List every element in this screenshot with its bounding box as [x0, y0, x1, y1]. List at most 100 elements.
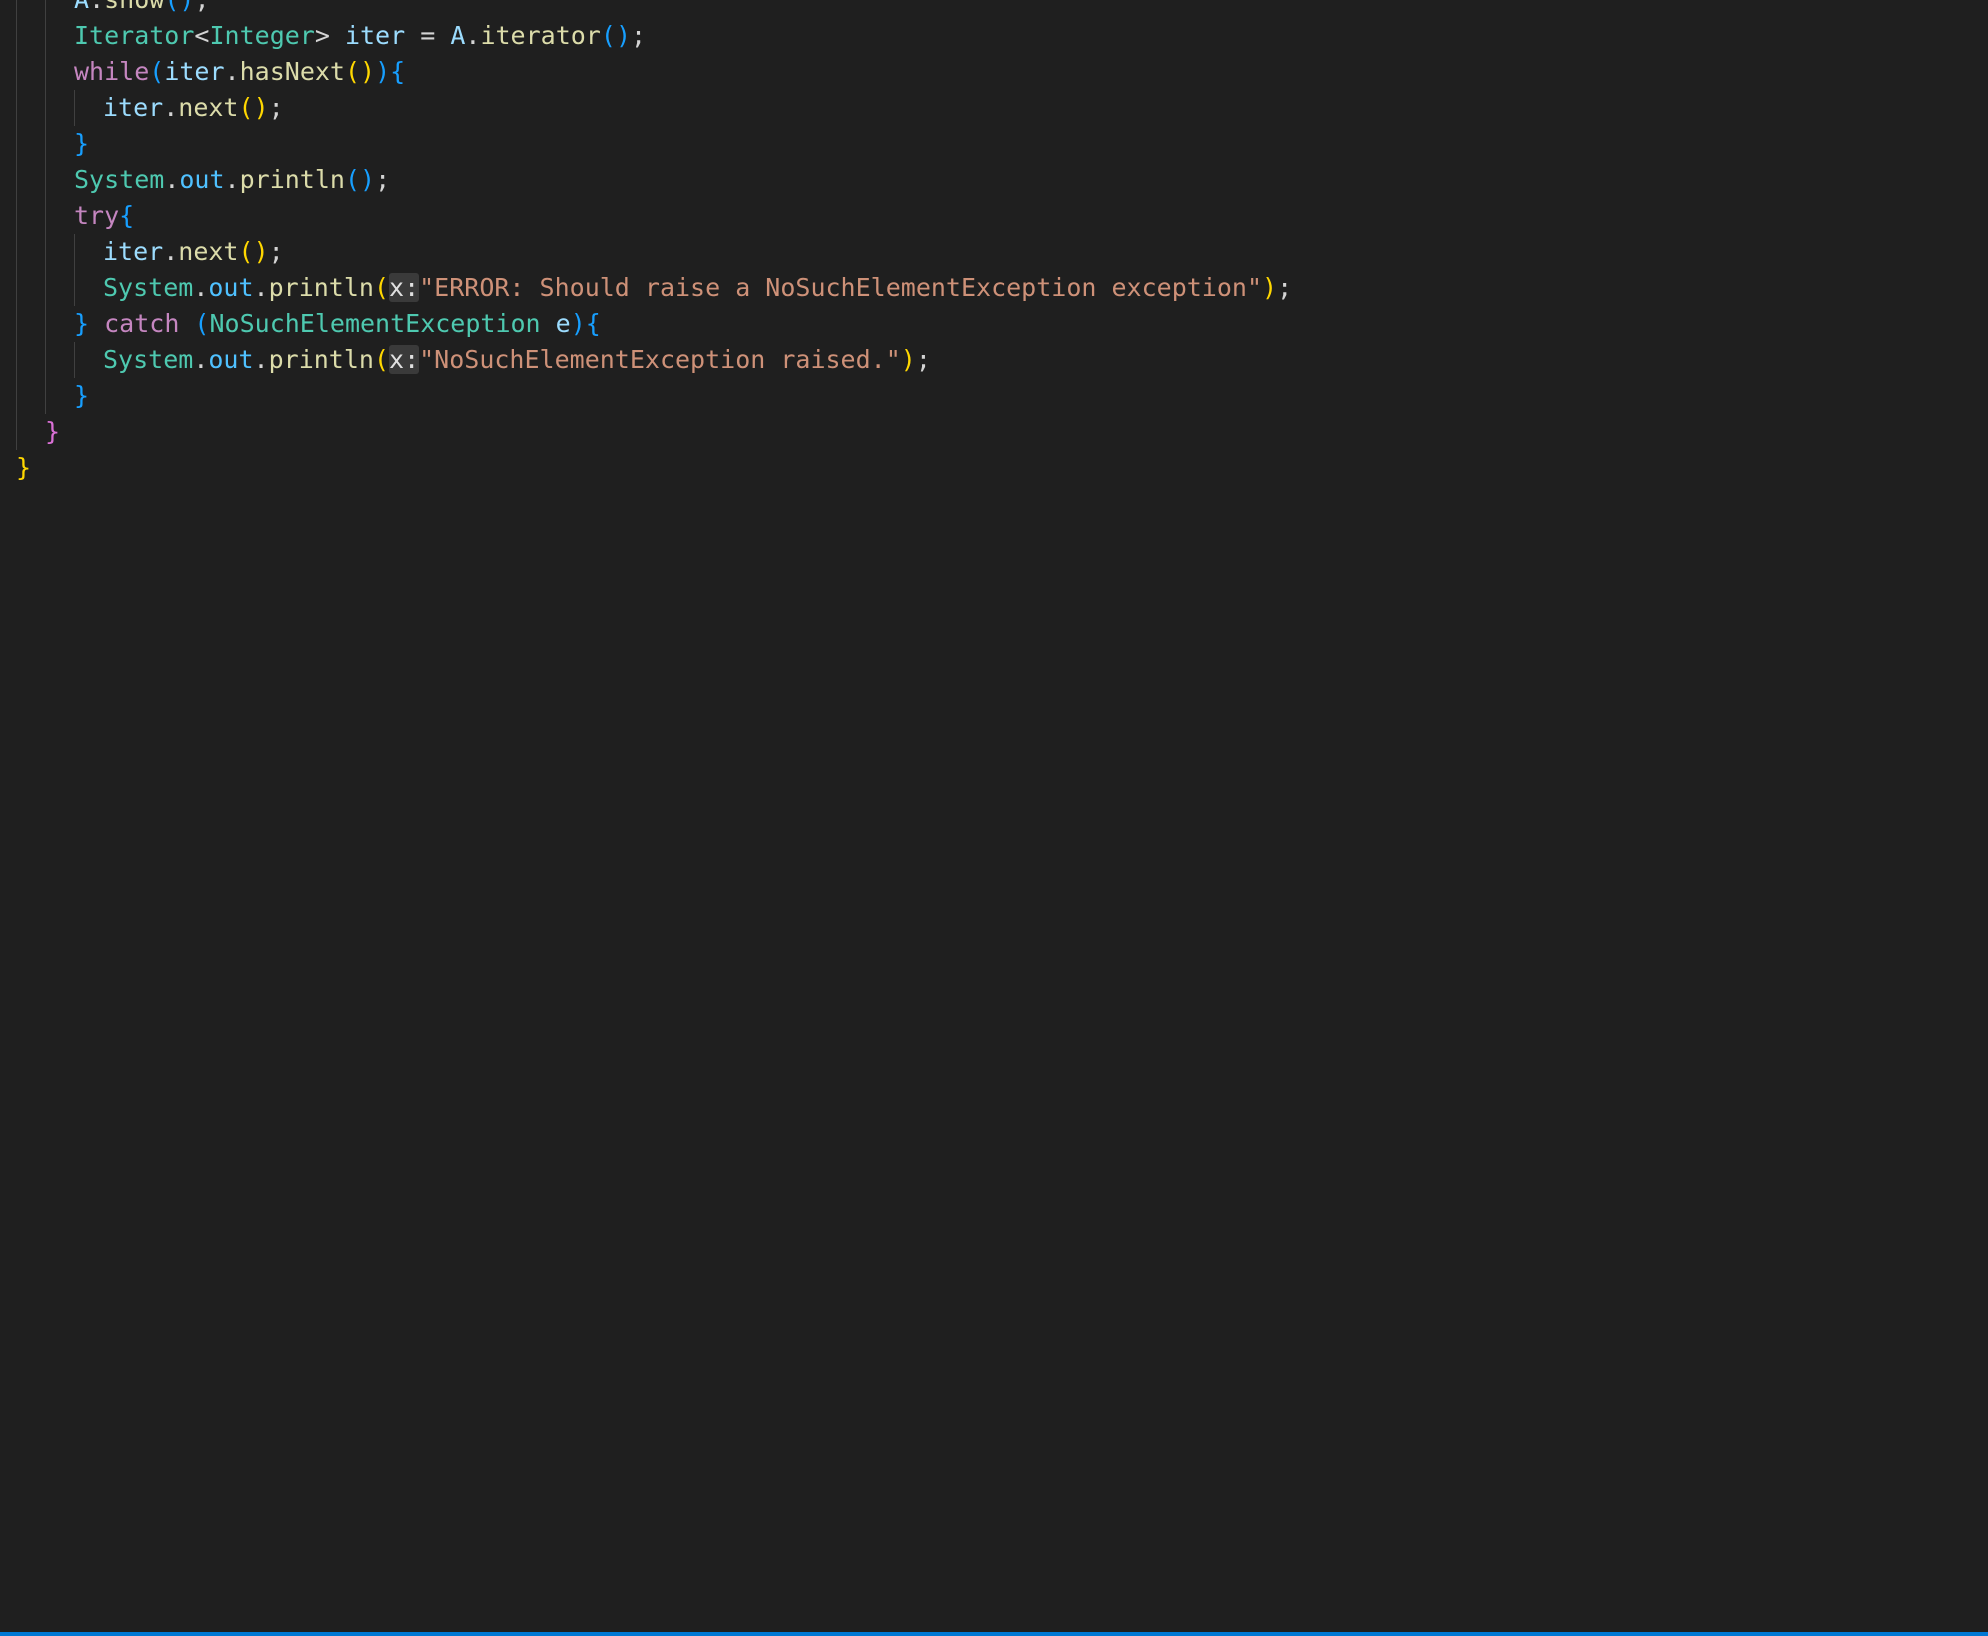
- indent-guide: [16, 234, 17, 270]
- code-token: .: [163, 237, 179, 266]
- indent-guide: [74, 90, 75, 126]
- code-token: hasNext: [239, 57, 345, 86]
- code-token: (: [344, 57, 361, 86]
- code-token: (: [238, 93, 254, 122]
- line-content: System.out.println();: [74, 162, 390, 198]
- code-token: (: [600, 21, 616, 50]
- code-token: Integer: [209, 21, 315, 50]
- indent-guide: [45, 90, 46, 126]
- code-token: .: [253, 345, 269, 374]
- line-content: iter.next();: [103, 90, 284, 126]
- code-token: (: [373, 345, 390, 374]
- code-token: ;: [1277, 273, 1293, 302]
- line-content: }: [45, 414, 60, 450]
- code-token: {: [390, 57, 406, 86]
- code-token: (: [238, 237, 254, 266]
- code-token: out: [179, 165, 225, 194]
- code-line[interactable]: iter.next();: [0, 234, 1988, 270]
- code-token: }: [74, 309, 90, 338]
- code-token: .: [224, 165, 240, 194]
- indent-guide: [45, 342, 46, 378]
- code-line[interactable]: try{: [0, 198, 1988, 234]
- code-token: .: [193, 273, 209, 302]
- code-token: {: [585, 309, 601, 338]
- status-bar-border: [0, 1632, 1988, 1636]
- code-token: ;: [268, 237, 284, 266]
- code-token: while: [74, 57, 150, 86]
- code-line[interactable]: }: [0, 126, 1988, 162]
- indent-guide: [45, 0, 46, 18]
- code-token: ): [360, 57, 376, 86]
- code-token: <: [194, 21, 210, 50]
- indent-guide: [45, 306, 46, 342]
- code-token: >: [314, 21, 345, 50]
- code-line[interactable]: Iterator<Integer> iter = A.iterator();: [0, 18, 1988, 54]
- code-token: System: [103, 273, 194, 302]
- code-editor[interactable]: A.show();Iterator<Integer> iter = A.iter…: [0, 0, 1988, 1632]
- code-token: .: [164, 165, 180, 194]
- line-content: iter.next();: [103, 234, 284, 270]
- indent-guide: [16, 414, 17, 450]
- code-line[interactable]: System.out.println(x:"NoSuchElementExcep…: [0, 342, 1988, 378]
- line-content: try{: [74, 198, 134, 234]
- code-token: }: [16, 453, 32, 482]
- indent-guide: [45, 198, 46, 234]
- code-token: .: [193, 345, 209, 374]
- indent-guide: [16, 378, 17, 414]
- line-content: }: [74, 378, 89, 414]
- code-line[interactable]: System.out.println(x:"ERROR: Should rais…: [0, 270, 1988, 306]
- line-content: }: [74, 126, 89, 162]
- code-line[interactable]: } catch (NoSuchElementException e){: [0, 306, 1988, 342]
- code-line[interactable]: iter.next();: [0, 90, 1988, 126]
- code-token: ;: [915, 345, 931, 374]
- indent-guide: [74, 342, 75, 378]
- code-token: ;: [194, 0, 209, 14]
- code-line[interactable]: while(iter.hasNext()){: [0, 54, 1988, 90]
- line-content: System.out.println(x:"NoSuchElementExcep…: [103, 342, 931, 378]
- code-token: ): [375, 57, 391, 86]
- indent-guide: [16, 90, 17, 126]
- code-token: next: [178, 237, 239, 266]
- code-line[interactable]: }: [0, 450, 1988, 486]
- code-token: ): [1262, 273, 1278, 302]
- code-token: iter: [344, 21, 406, 50]
- code-token: ): [253, 237, 269, 266]
- code-token: NoSuchElementException: [209, 309, 541, 338]
- code-token: "NoSuchElementException raised.": [419, 345, 901, 374]
- code-token: }: [74, 129, 90, 158]
- code-token: .: [253, 273, 269, 302]
- code-token: }: [45, 417, 61, 446]
- code-line[interactable]: System.out.println();: [0, 162, 1988, 198]
- code-token: ): [253, 93, 269, 122]
- indent-guide: [16, 18, 17, 54]
- code-token: A: [450, 21, 466, 50]
- code-line[interactable]: A.show();: [0, 0, 1988, 18]
- code-token: ): [360, 165, 376, 194]
- code-token: ;: [631, 21, 647, 50]
- code-token: ): [570, 309, 586, 338]
- indent-guide: [74, 270, 75, 306]
- code-token: System: [74, 165, 165, 194]
- line-content: } catch (NoSuchElementException e){: [74, 306, 601, 342]
- code-token: System: [103, 345, 194, 374]
- line-content: }: [16, 450, 31, 486]
- code-lines[interactable]: A.show();Iterator<Integer> iter = A.iter…: [0, 0, 1988, 486]
- code-token: A: [74, 0, 89, 14]
- code-line[interactable]: }: [0, 414, 1988, 450]
- indent-guide: [45, 162, 46, 198]
- code-token: out: [208, 273, 254, 302]
- code-token: ): [179, 0, 194, 14]
- code-token: catch: [89, 309, 195, 338]
- line-content: Iterator<Integer> iter = A.iterator();: [74, 18, 646, 54]
- code-token: next: [178, 93, 239, 122]
- code-token: iter: [103, 93, 164, 122]
- code-token: ): [615, 21, 631, 50]
- code-token: println: [268, 273, 374, 302]
- code-token: iter: [164, 57, 225, 86]
- code-line[interactable]: }: [0, 378, 1988, 414]
- code-token: }: [74, 381, 90, 410]
- indent-guide: [16, 162, 17, 198]
- indent-guide: [45, 54, 46, 90]
- code-token: (: [194, 309, 210, 338]
- code-token: "ERROR: Should raise a NoSuchElementExce…: [419, 273, 1262, 302]
